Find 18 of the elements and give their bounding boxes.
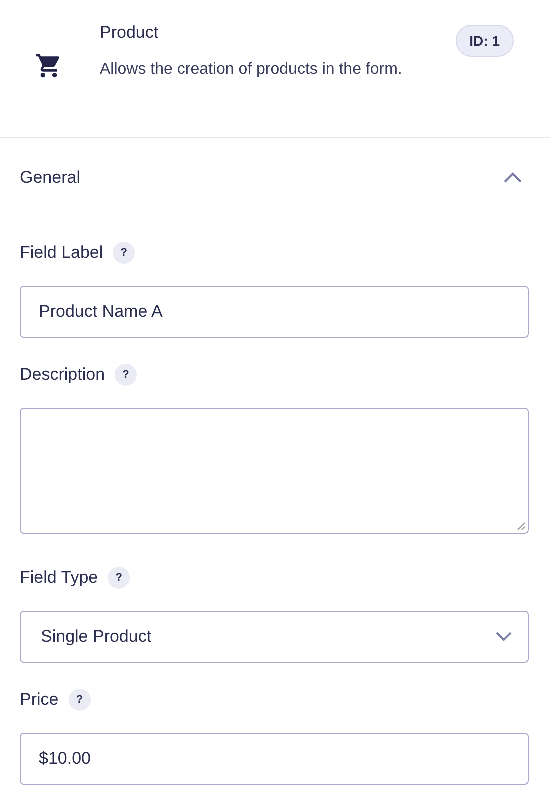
select-field[interactable]: Single Product	[20, 611, 529, 663]
chevron-down-icon	[496, 632, 512, 642]
field-label: Description	[20, 365, 106, 385]
product-title: Product	[100, 22, 160, 44]
help-icon[interactable]: ?	[108, 567, 130, 589]
field-label: Field Type	[20, 568, 98, 588]
help-icon[interactable]: ?	[113, 242, 136, 264]
chevron-up-icon[interactable]	[503, 172, 523, 184]
id-badge: ID: 1	[456, 25, 514, 57]
field-label: Field Label	[20, 243, 104, 263]
input-field[interactable]: $10.00	[20, 733, 529, 785]
help-icon[interactable]: ?	[68, 689, 91, 711]
product-description: Allows the creation of products in the form.	[100, 60, 404, 80]
help-icon[interactable]: ?	[115, 364, 138, 386]
resize-handle-icon[interactable]	[516, 521, 526, 531]
field-label: Price	[20, 690, 59, 710]
section-title: General	[20, 168, 80, 188]
input-field[interactable]: Product Name A	[20, 286, 529, 338]
